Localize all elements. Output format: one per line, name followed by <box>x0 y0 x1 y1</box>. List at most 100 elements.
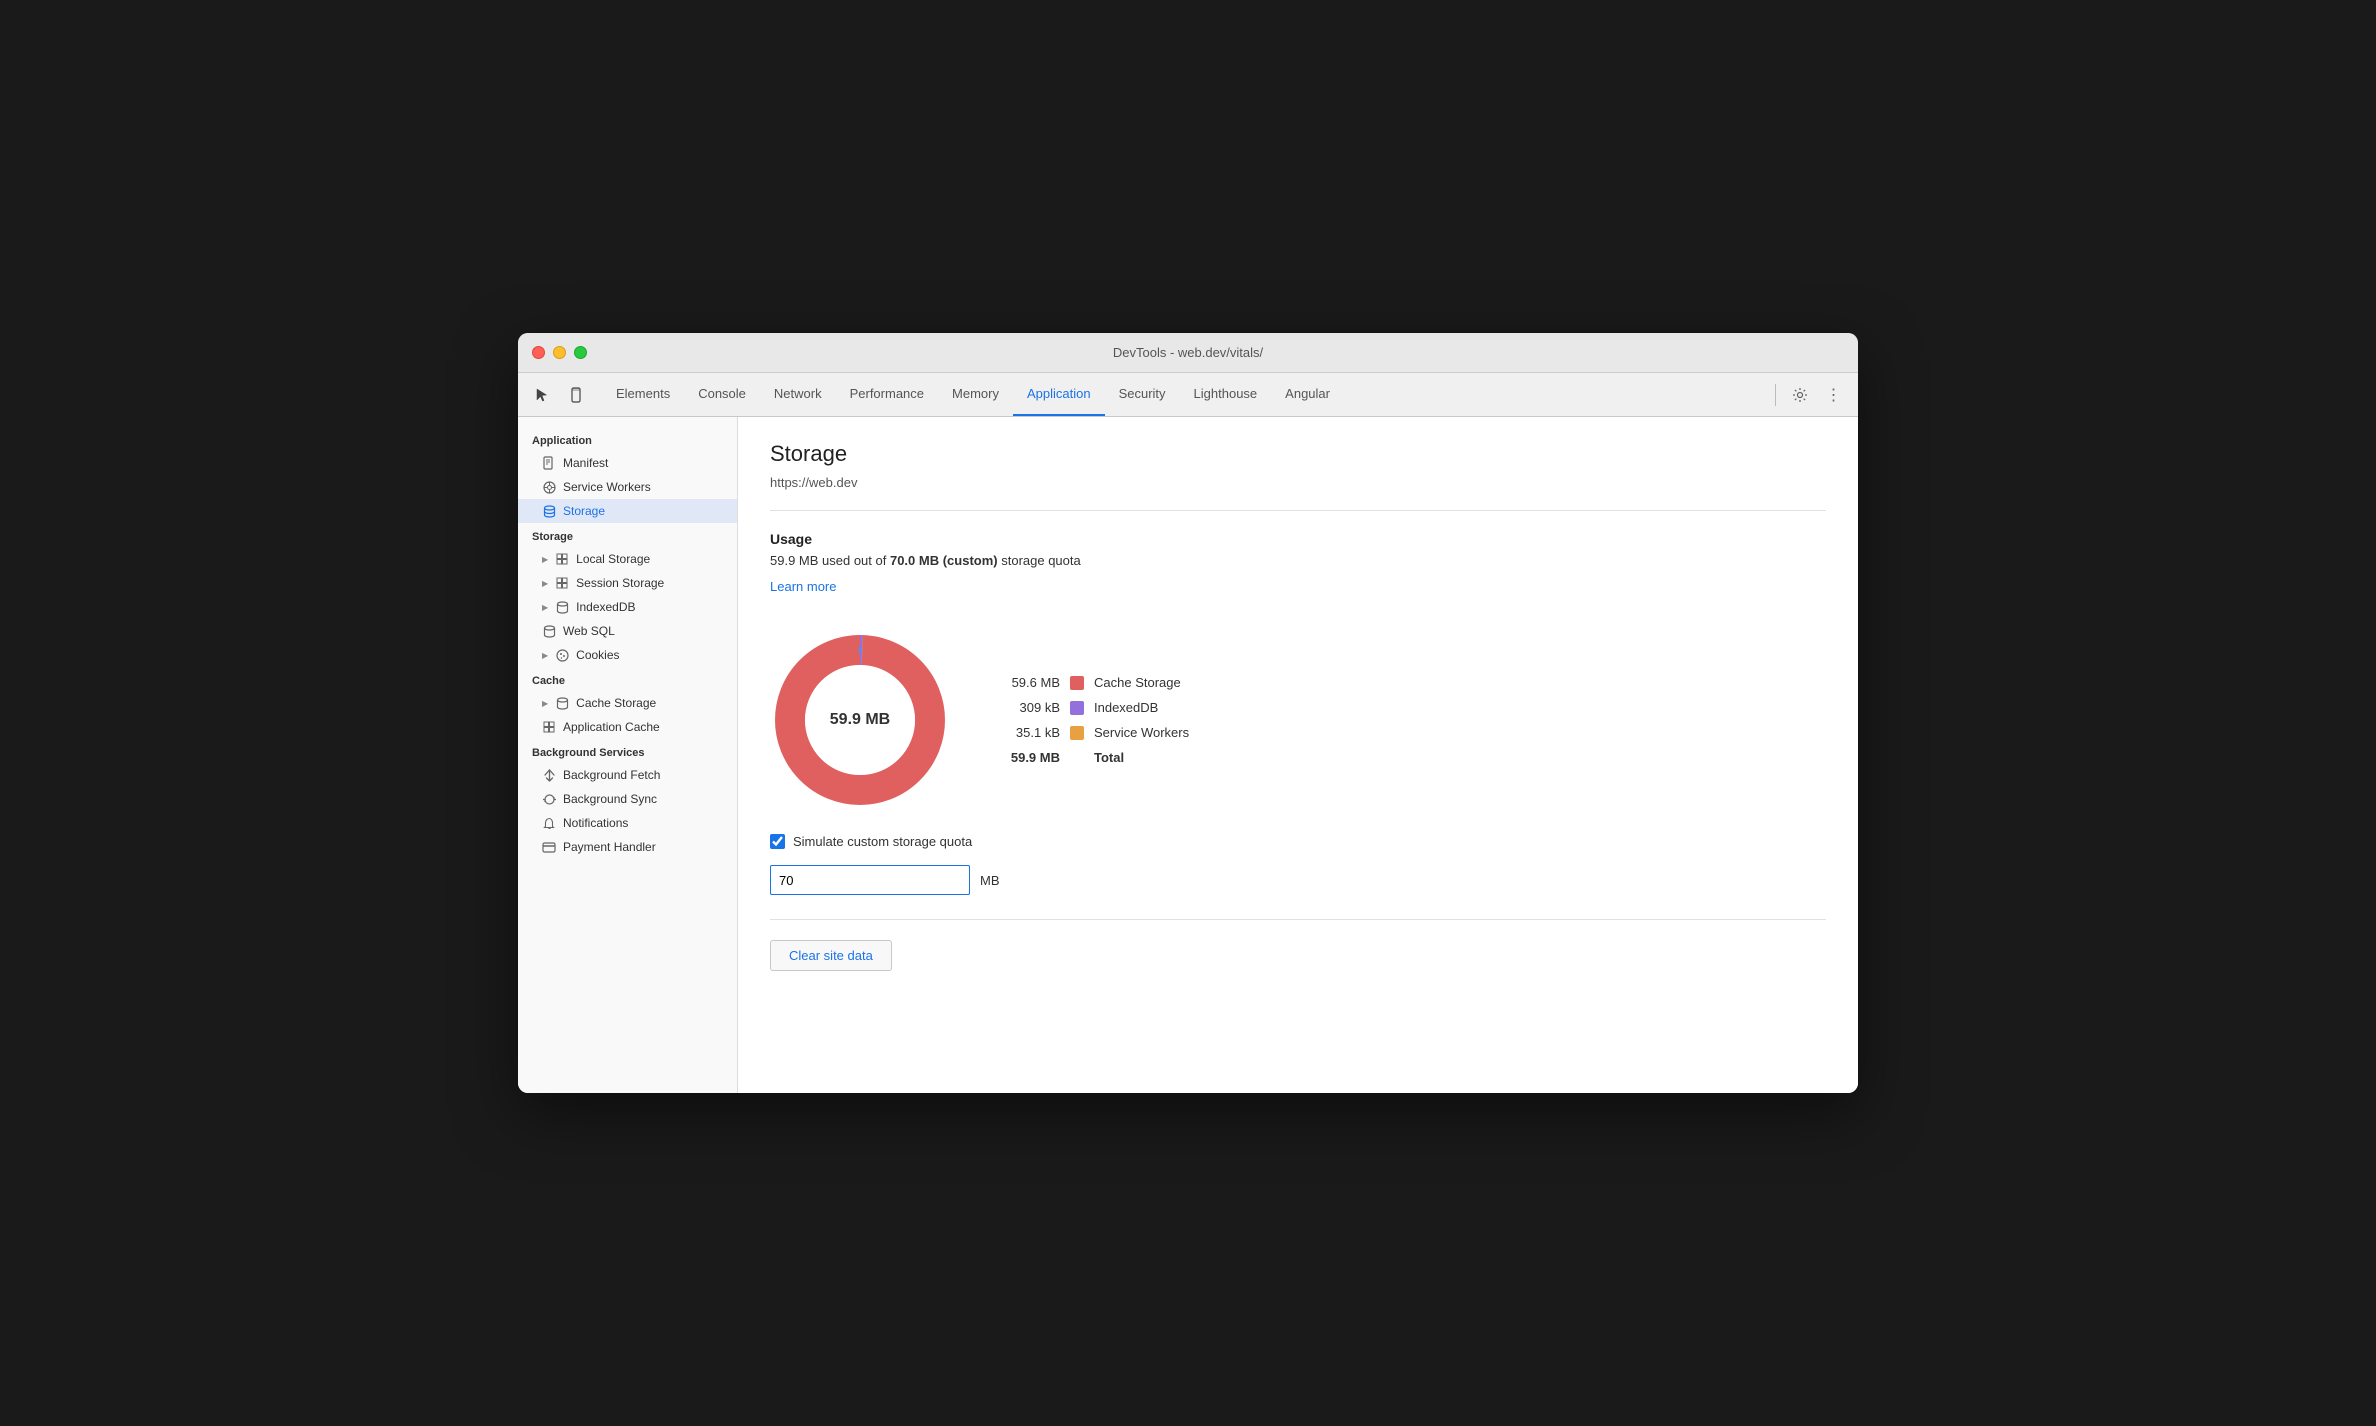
legend-value-total: 59.9 MB <box>990 750 1060 765</box>
sidebar-item-local-storage[interactable]: ▶ Local Storage <box>518 547 737 571</box>
titlebar: DevTools - web.dev/vitals/ <box>518 333 1858 373</box>
quota-checkbox[interactable] <box>770 834 785 849</box>
maximize-button[interactable] <box>574 346 587 359</box>
cookies-icon <box>555 648 569 662</box>
sidebar-item-cookies-label: Cookies <box>576 648 619 662</box>
sidebar-item-service-workers-label: Service Workers <box>563 480 651 494</box>
toolbar-icons <box>528 381 590 409</box>
usage-section: Usage 59.9 MB used out of 70.0 MB (custo… <box>770 531 1826 614</box>
more-icon[interactable]: ⋮ <box>1820 381 1848 409</box>
usage-title: Usage <box>770 531 1826 547</box>
manifest-icon <box>542 456 556 470</box>
notifications-icon <box>542 816 556 830</box>
chart-legend: 59.6 MB Cache Storage 309 kB IndexedDB 3… <box>990 675 1189 765</box>
sidebar-item-storage[interactable]: Storage <box>518 499 737 523</box>
sidebar-section-background: Background Services <box>518 739 737 763</box>
sidebar-item-indexeddb-label: IndexedDB <box>576 600 635 614</box>
divider-top <box>770 510 1826 511</box>
minimize-button[interactable] <box>553 346 566 359</box>
sidebar-item-indexeddb[interactable]: ▶ IndexedDB <box>518 595 737 619</box>
sidebar-item-cookies[interactable]: ▶ Cookies <box>518 643 737 667</box>
sidebar-item-payment-handler-label: Payment Handler <box>563 840 656 854</box>
sidebar-item-notifications-label: Notifications <box>563 816 628 830</box>
quota-row: Simulate custom storage quota <box>770 834 1826 849</box>
sidebar-item-storage-label: Storage <box>563 504 605 518</box>
page-title: Storage <box>770 441 1826 467</box>
tab-performance[interactable]: Performance <box>836 373 938 416</box>
legend-swatch-cache <box>1070 676 1084 690</box>
legend-label-cache: Cache Storage <box>1094 675 1181 690</box>
mobile-icon[interactable] <box>562 381 590 409</box>
chevron-right-icon4: ▶ <box>542 651 548 660</box>
sidebar-item-manifest[interactable]: Manifest <box>518 451 737 475</box>
cursor-icon[interactable] <box>528 381 556 409</box>
donut-chart: 59.9 MB <box>770 630 950 810</box>
quota-input[interactable] <box>770 865 970 895</box>
nav-tabs: Elements Console Network Performance Mem… <box>602 373 1767 416</box>
sidebar-item-background-sync[interactable]: Background Sync <box>518 787 737 811</box>
sidebar-item-session-storage[interactable]: ▶ Session Storage <box>518 571 737 595</box>
chevron-right-icon: ▶ <box>542 555 548 564</box>
sidebar: Application Manifest <box>518 417 738 1093</box>
sidebar-item-service-workers[interactable]: Service Workers <box>518 475 737 499</box>
web-sql-icon <box>542 624 556 638</box>
devtools-window: DevTools - web.dev/vitals/ Elements Cons… <box>518 333 1858 1093</box>
sidebar-item-application-cache-label: Application Cache <box>563 720 660 734</box>
tab-memory[interactable]: Memory <box>938 373 1013 416</box>
learn-more-link[interactable]: Learn more <box>770 579 836 594</box>
legend-swatch-indexeddb <box>1070 701 1084 715</box>
sidebar-section-storage: Storage <box>518 523 737 547</box>
sidebar-item-session-storage-label: Session Storage <box>576 576 664 590</box>
legend-item-indexeddb: 309 kB IndexedDB <box>990 700 1189 715</box>
sidebar-item-manifest-label: Manifest <box>563 456 608 470</box>
sidebar-item-background-fetch[interactable]: Background Fetch <box>518 763 737 787</box>
chart-area: 59.9 MB 59.6 MB Cache Storage 309 kB Ind… <box>770 630 1826 810</box>
content-area: Storage https://web.dev Usage 59.9 MB us… <box>738 417 1858 1093</box>
background-fetch-icon <box>542 768 556 782</box>
sidebar-item-web-sql-label: Web SQL <box>563 624 615 638</box>
legend-item-cache: 59.6 MB Cache Storage <box>990 675 1189 690</box>
legend-value-indexeddb: 309 kB <box>990 700 1060 715</box>
sidebar-item-web-sql[interactable]: Web SQL <box>518 619 737 643</box>
sidebar-item-local-storage-label: Local Storage <box>576 552 650 566</box>
content-url: https://web.dev <box>770 475 1826 490</box>
legend-value-cache: 59.6 MB <box>990 675 1060 690</box>
background-sync-icon <box>542 792 556 806</box>
toolbar: Elements Console Network Performance Mem… <box>518 373 1858 417</box>
sidebar-item-application-cache[interactable]: Application Cache <box>518 715 737 739</box>
local-storage-icon <box>555 552 569 566</box>
tab-network[interactable]: Network <box>760 373 836 416</box>
service-workers-icon <box>542 480 556 494</box>
sidebar-item-cache-storage[interactable]: ▶ Cache Storage <box>518 691 737 715</box>
clear-site-data-button[interactable]: Clear site data <box>770 940 892 971</box>
chevron-right-icon5: ▶ <box>542 699 548 708</box>
traffic-lights <box>532 346 587 359</box>
quota-checkbox-text: Simulate custom storage quota <box>793 834 972 849</box>
close-button[interactable] <box>532 346 545 359</box>
tab-security[interactable]: Security <box>1105 373 1180 416</box>
quota-checkbox-label[interactable]: Simulate custom storage quota <box>770 834 972 849</box>
session-storage-icon <box>555 576 569 590</box>
legend-label-indexeddb: IndexedDB <box>1094 700 1158 715</box>
settings-icon[interactable] <box>1786 381 1814 409</box>
sidebar-item-notifications[interactable]: Notifications <box>518 811 737 835</box>
usage-text: 59.9 MB used out of 70.0 MB (custom) sto… <box>770 553 1826 568</box>
quota-input-row: MB <box>770 865 1826 895</box>
payment-handler-icon <box>542 840 556 854</box>
tab-elements[interactable]: Elements <box>602 373 684 416</box>
indexeddb-icon <box>555 600 569 614</box>
app-cache-icon <box>542 720 556 734</box>
toolbar-right: ⋮ <box>1771 381 1848 409</box>
donut-label: 59.9 MB <box>830 711 890 729</box>
quota-unit: MB <box>980 873 1000 888</box>
main-area: Application Manifest <box>518 417 1858 1093</box>
tab-lighthouse[interactable]: Lighthouse <box>1180 373 1272 416</box>
tab-angular[interactable]: Angular <box>1271 373 1344 416</box>
legend-item-sw: 35.1 kB Service Workers <box>990 725 1189 740</box>
sidebar-item-payment-handler[interactable]: Payment Handler <box>518 835 737 859</box>
tab-application[interactable]: Application <box>1013 373 1105 416</box>
chevron-right-icon2: ▶ <box>542 579 548 588</box>
toolbar-divider <box>1775 384 1776 406</box>
tab-console[interactable]: Console <box>684 373 760 416</box>
legend-value-sw: 35.1 kB <box>990 725 1060 740</box>
